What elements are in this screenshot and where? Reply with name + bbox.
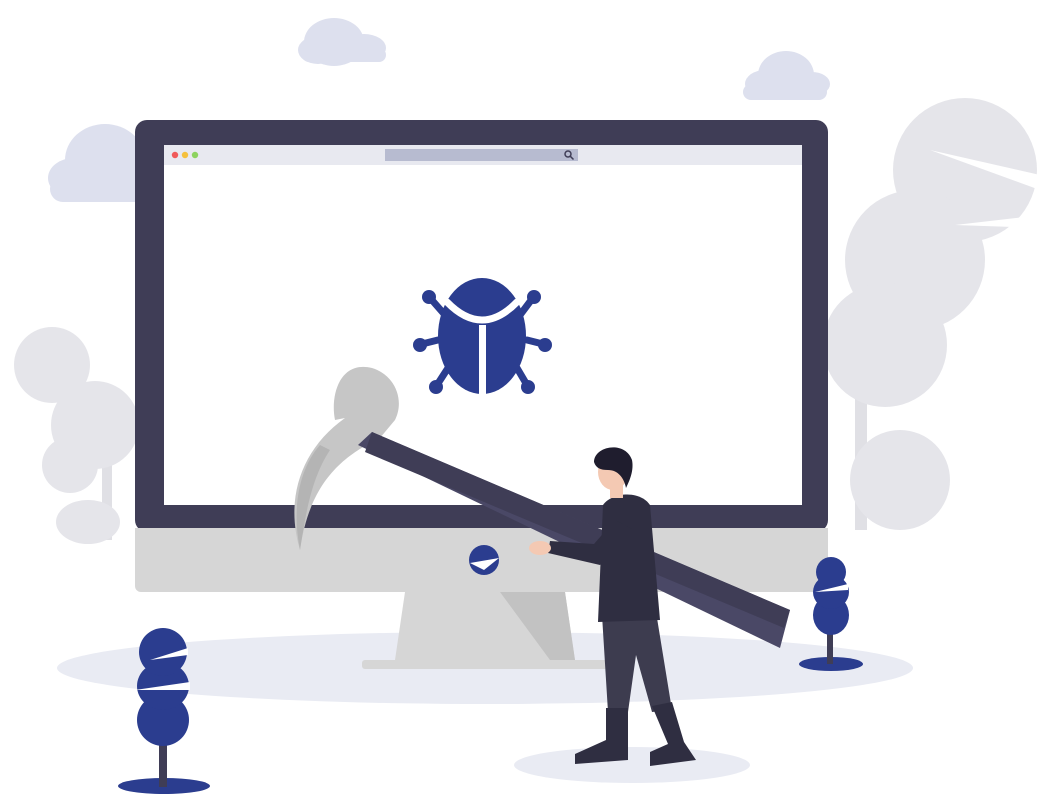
background-tree-right: [823, 98, 1042, 530]
window-close-dot[interactable]: [171, 151, 179, 159]
bug-ball: [469, 545, 499, 575]
browser-search-bar[interactable]: [385, 149, 578, 161]
cloud-top-right: [743, 51, 830, 100]
person-shadow: [514, 747, 750, 783]
monitor-base: [362, 660, 612, 669]
window-maximize-dot[interactable]: [191, 151, 199, 159]
person-shirt: [598, 494, 660, 622]
person-boot-left: [575, 708, 628, 764]
cloud-left: [48, 124, 150, 202]
person-hand: [529, 541, 551, 555]
bug-fix-illustration: [14, 18, 1042, 794]
window-minimize-dot[interactable]: [181, 151, 189, 159]
background-tree-left: [14, 327, 139, 544]
cloud-top: [298, 18, 386, 66]
person-boot-right: [650, 702, 696, 766]
